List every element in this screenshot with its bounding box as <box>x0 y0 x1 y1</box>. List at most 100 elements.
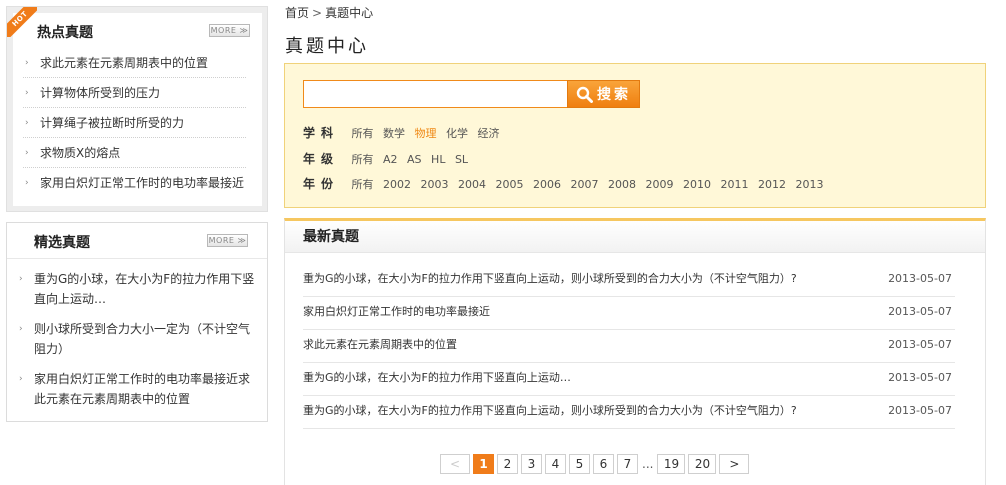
pagination: < 1 2 3 4 5 6 7 ... 19 20 > <box>440 454 752 474</box>
question-link[interactable]: 求此元素在元素周期表中的位置 <box>303 338 457 351</box>
filter-option[interactable]: 经济 <box>478 125 500 141</box>
filter-grade: 年级 所有 A2 AS HL SL <box>303 150 474 167</box>
filter-option[interactable]: A2 <box>383 153 398 166</box>
table-row[interactable]: 重为G的小球，在大小为F的拉力作用下竖直向上运动，则小球所受到的合力大小为（不计… <box>303 264 955 297</box>
arrow-bullet-icon: › <box>25 88 29 98</box>
search-icon <box>576 86 593 103</box>
filter-option[interactable]: 2011 <box>721 178 749 191</box>
question-link[interactable]: 重为G的小球，在大小为F的拉力作用下竖直向上运动，则小球所受到的合力大小为（不计… <box>303 272 797 285</box>
arrow-bullet-icon: › <box>25 58 29 68</box>
prev-page-button[interactable]: < <box>440 454 470 474</box>
list-item[interactable]: › 家用白炽灯正常工作时的电功率最接近求此元素在元素周期表中的位置 <box>17 369 257 409</box>
filter-option[interactable]: 化学 <box>446 125 468 141</box>
filter-option[interactable]: 2006 <box>533 178 561 191</box>
arrow-bullet-icon: › <box>25 148 29 158</box>
pagination-ellipsis: ... <box>642 457 654 471</box>
filter-label: 年级 <box>303 152 340 166</box>
page-button[interactable]: 2 <box>497 454 518 474</box>
next-page-button[interactable]: > <box>719 454 750 474</box>
filter-option[interactable]: 数学 <box>383 125 405 141</box>
filter-option[interactable]: 所有 <box>352 125 374 141</box>
breadcrumb-current: 真题中心 <box>325 6 374 20</box>
list-item-label: 计算物体所受到的压力 <box>40 86 161 100</box>
divider <box>7 258 267 259</box>
arrow-bullet-icon: › <box>19 274 23 284</box>
hot-questions-title: 热点真题 <box>37 25 93 41</box>
list-item-label: 求物质X的熔点 <box>40 146 121 160</box>
filter-year: 年份 所有 2002 2003 2004 2005 2006 2007 2008… <box>303 175 830 192</box>
latest-questions-panel: 最新真题 重为G的小球，在大小为F的拉力作用下竖直向上运动，则小球所受到的合力大… <box>284 218 986 485</box>
search-panel: 搜索 学科 所有 数学 物理 化学 经济 年级 所有 A2 AS HL SL 年… <box>284 63 986 208</box>
list-item[interactable]: › 则小球所受到合力大小一定为（不计空气阻力） <box>17 319 257 359</box>
filter-label: 学科 <box>303 126 340 140</box>
picked-more-button[interactable]: MORE ≫ <box>207 234 248 247</box>
filter-option[interactable]: 2003 <box>421 178 449 191</box>
filter-option[interactable]: 2009 <box>646 178 674 191</box>
question-date: 2013-05-07 <box>888 338 952 351</box>
latest-questions-title: 最新真题 <box>285 221 985 253</box>
list-item[interactable]: › 求物质X的熔点 <box>23 138 246 168</box>
search-button-label: 搜索 <box>597 87 631 103</box>
breadcrumb-separator: > <box>312 6 323 20</box>
question-link[interactable]: 重为G的小球，在大小为F的拉力作用下竖直向上运动，则小球所受到的合力大小为（不计… <box>303 404 797 417</box>
hot-more-button[interactable]: MORE ≫ <box>209 24 250 37</box>
hot-badge: HOT <box>7 7 37 37</box>
latest-questions-list: 重为G的小球，在大小为F的拉力作用下竖直向上运动，则小球所受到的合力大小为（不计… <box>303 264 955 429</box>
page-button[interactable]: 19 <box>657 454 686 474</box>
search-input[interactable] <box>303 80 568 108</box>
filter-option[interactable]: 2012 <box>758 178 786 191</box>
question-link[interactable]: 家用白炽灯正常工作时的电功率最接近 <box>303 305 490 318</box>
page-button[interactable]: 5 <box>569 454 590 474</box>
page-title: 真题中心 <box>285 36 369 57</box>
list-item[interactable]: › 计算绳子被拉断时所受的力 <box>23 108 246 138</box>
question-link[interactable]: 重为G的小球，在大小为F的拉力作用下竖直向上运动… <box>303 371 571 384</box>
page-button-current[interactable]: 1 <box>473 454 494 474</box>
picked-questions-title: 精选真题 <box>34 235 90 251</box>
page-button[interactable]: 4 <box>545 454 566 474</box>
filter-option[interactable]: HL <box>431 153 445 166</box>
list-item[interactable]: › 求此元素在元素周期表中的位置 <box>23 48 246 78</box>
list-item[interactable]: › 计算物体所受到的压力 <box>23 78 246 108</box>
hot-questions-inner: HOT 热点真题 MORE ≫ › 求此元素在元素周期表中的位置 › 计算物体所受到… <box>7 7 262 206</box>
breadcrumb: 首页 > 真题中心 <box>285 4 373 21</box>
list-item[interactable]: › 家用白炽灯正常工作时的电功率最接近 <box>23 168 246 198</box>
question-date: 2013-05-07 <box>888 371 952 384</box>
filter-option[interactable]: AS <box>407 153 422 166</box>
arrow-bullet-icon: › <box>19 324 23 334</box>
filter-option[interactable]: 2005 <box>496 178 524 191</box>
picked-questions-list: › 重为G的小球，在大小为F的拉力作用下竖直向上运动… › 则小球所受到合力大小一定… <box>17 269 257 419</box>
filter-option[interactable]: 2013 <box>796 178 824 191</box>
page-button[interactable]: 6 <box>593 454 614 474</box>
table-row[interactable]: 重为G的小球，在大小为F的拉力作用下竖直向上运动，则小球所受到的合力大小为（不计… <box>303 396 955 429</box>
hot-badge-label: HOT <box>7 7 37 37</box>
arrow-bullet-icon: › <box>25 118 29 128</box>
table-row[interactable]: 求此元素在元素周期表中的位置 2013-05-07 <box>303 330 955 363</box>
table-row[interactable]: 重为G的小球，在大小为F的拉力作用下竖直向上运动… 2013-05-07 <box>303 363 955 396</box>
question-date: 2013-05-07 <box>888 272 952 285</box>
filter-option[interactable]: 2004 <box>458 178 486 191</box>
filter-option[interactable]: 所有 <box>352 151 374 167</box>
list-item-label: 家用白炽灯正常工作时的电功率最接近求此元素在元素周期表中的位置 <box>34 372 251 406</box>
list-item-label: 计算绳子被拉断时所受的力 <box>40 116 185 130</box>
filter-option[interactable]: SL <box>455 153 468 166</box>
breadcrumb-home-link[interactable]: 首页 <box>285 6 309 20</box>
filter-option-active[interactable]: 物理 <box>415 125 437 141</box>
filter-option[interactable]: 2007 <box>571 178 599 191</box>
filter-option[interactable]: 2002 <box>383 178 411 191</box>
list-item-label: 则小球所受到合力大小一定为（不计空气阻力） <box>34 322 251 356</box>
filter-option[interactable]: 2008 <box>608 178 636 191</box>
filter-option[interactable]: 所有 <box>352 176 374 192</box>
picked-questions-panel: 精选真题 MORE ≫ › 重为G的小球，在大小为F的拉力作用下竖直向上运动… ›… <box>6 222 268 422</box>
arrow-bullet-icon: › <box>19 374 23 384</box>
table-row[interactable]: 家用白炽灯正常工作时的电功率最接近 2013-05-07 <box>303 297 955 330</box>
page-button[interactable]: 3 <box>521 454 542 474</box>
question-date: 2013-05-07 <box>888 404 952 417</box>
list-item-label: 求此元素在元素周期表中的位置 <box>40 56 209 70</box>
filter-label: 年份 <box>303 177 340 191</box>
page-button[interactable]: 20 <box>688 454 717 474</box>
list-item[interactable]: › 重为G的小球，在大小为F的拉力作用下竖直向上运动… <box>17 269 257 309</box>
search-button[interactable]: 搜索 <box>567 80 640 108</box>
page-button[interactable]: 7 <box>617 454 638 474</box>
filter-option[interactable]: 2010 <box>683 178 711 191</box>
list-item-label: 重为G的小球，在大小为F的拉力作用下竖直向上运动… <box>34 272 255 306</box>
